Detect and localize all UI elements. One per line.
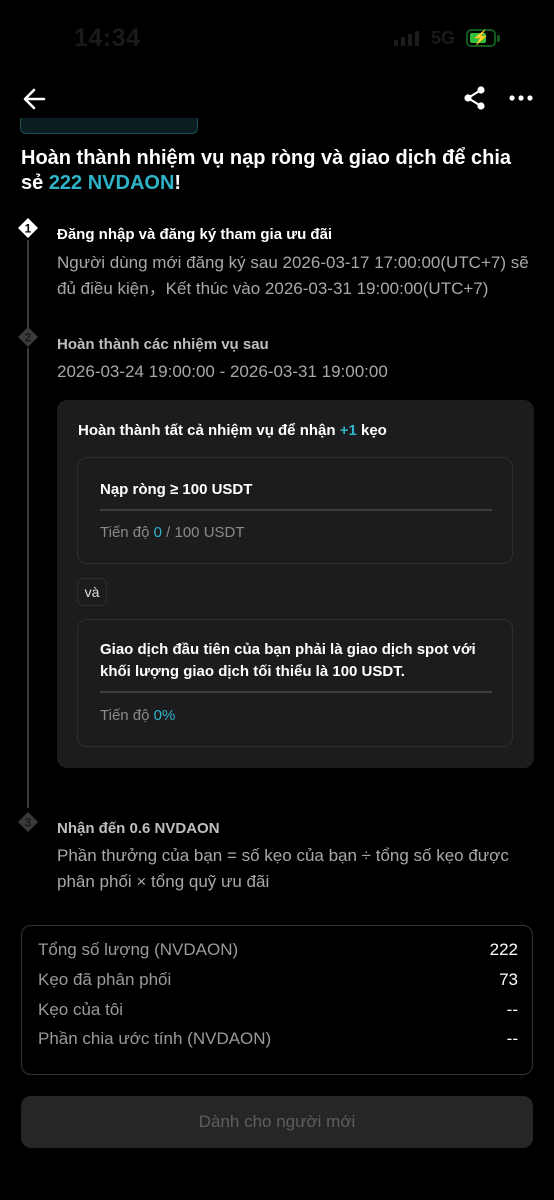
step-2-title: Hoàn thành các nhiệm vụ sau — [57, 336, 269, 353]
summary-value: 222 — [489, 940, 518, 959]
summary-value: -- — [506, 1000, 518, 1019]
step-1-marker-icon: 1 — [18, 218, 38, 238]
page-title: Hoàn thành nhiệm vụ nạp ròng và giao dịc… — [21, 146, 536, 196]
step-3-marker-icon: 3 — [18, 812, 38, 832]
step-1-number: 1 — [25, 222, 32, 236]
timeline-line — [27, 348, 29, 808]
step-1-title: Đăng nhập và đăng ký tham gia ưu đãi — [57, 226, 333, 243]
progress-current: 0 — [153, 524, 162, 541]
progress-total: / 100 USDT — [162, 524, 245, 541]
back-button[interactable] — [20, 84, 50, 114]
summary-panel: Tổng số lượng (NVDAON) 222 Kẹo đã phân p… — [21, 925, 533, 1075]
task-card-title-prefix: Hoàn thành tất cả nhiệm vụ để nhận — [78, 422, 340, 439]
step-2-description: 2026-03-24 19:00:00 - 2026-03-31 19:00:0… — [57, 362, 388, 381]
task-card-title-suffix: kẹo — [356, 422, 387, 439]
progress-label: Tiến độ — [100, 707, 154, 724]
progress-bar — [100, 509, 492, 511]
summary-label: Phần chia ước tính (NVDAON) — [38, 1029, 272, 1048]
task-item-spot-trade: Giao dịch đầu tiên của bạn phải là giao … — [77, 619, 513, 747]
page-title-suffix: ! — [174, 172, 182, 194]
more-horizontal-icon — [509, 95, 533, 101]
step-2-number: 2 — [25, 331, 32, 345]
task-reward: +1 — [339, 422, 357, 439]
step-3-description: Phần thưởng của bạn = số kẹo của bạn ÷ t… — [57, 846, 509, 891]
summary-row-estimated: Phần chia ước tính (NVDAON) -- — [38, 1029, 518, 1055]
network-type: 5G — [431, 28, 456, 48]
task-item-deposit: Nạp ròng ≥ 100 USDT Tiến độ 0 / 100 USDT — [77, 457, 513, 564]
task-name: Nạp ròng ≥ 100 USDT — [100, 481, 253, 498]
scrolled-tag — [20, 118, 198, 134]
battery-icon: ⚡ — [466, 29, 500, 47]
arrow-left-icon — [23, 88, 46, 110]
status-bar: 14:34 5G ⚡ — [0, 0, 554, 76]
step-3-title: Nhận đến 0.6 NVDAON — [57, 820, 220, 837]
summary-value: -- — [506, 1029, 518, 1048]
summary-row-mine: Kẹo của tôi -- — [38, 1000, 518, 1026]
summary-row-total: Tổng số lượng (NVDAON) 222 — [38, 940, 518, 966]
summary-row-distributed: Kẹo đã phân phối 73 — [38, 970, 518, 996]
step-1-description: Người dùng mới đăng ký sau 2026-03-17 17… — [57, 253, 529, 298]
nav-bar — [0, 76, 554, 122]
task-name: Giao dịch đầu tiên của bạn phải là giao … — [100, 641, 476, 680]
new-user-button[interactable]: Dành cho người mới — [21, 1096, 533, 1148]
summary-value: 73 — [499, 970, 518, 989]
summary-label: Kẹo đã phân phối — [38, 970, 172, 989]
summary-label: Tổng số lượng (NVDAON) — [38, 940, 239, 959]
status-time: 14:34 — [74, 24, 141, 52]
progress-text: Tiến độ 0 / 100 USDT — [100, 524, 245, 541]
more-button[interactable] — [508, 84, 534, 112]
step-2-marker-icon: 2 — [18, 327, 38, 347]
signal-icon — [394, 30, 419, 46]
progress-bar — [100, 691, 492, 693]
reward-amount: 222 NVDAON — [48, 172, 175, 194]
task-card-title: Hoàn thành tất cả nhiệm vụ để nhận +1 kẹ… — [78, 422, 387, 439]
timeline-line — [27, 240, 29, 332]
progress-text: Tiến độ 0% — [100, 707, 175, 724]
step-3-number: 3 — [25, 816, 32, 830]
progress-label: Tiến độ — [100, 524, 154, 541]
and-connector: và — [77, 578, 107, 606]
summary-label: Kẹo của tôi — [38, 1000, 124, 1019]
share-button[interactable] — [462, 84, 488, 112]
progress-current: 0% — [153, 707, 176, 724]
share-icon — [464, 86, 485, 110]
task-card: Hoàn thành tất cả nhiệm vụ để nhận +1 kẹ… — [57, 400, 534, 768]
